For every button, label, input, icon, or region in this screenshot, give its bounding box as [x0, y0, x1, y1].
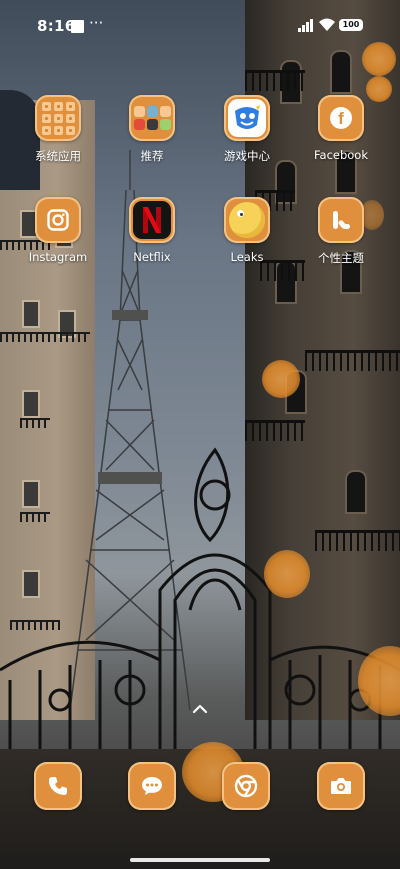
more-notifications-icon: ···	[89, 14, 104, 32]
themes-icon	[318, 197, 364, 243]
status-time: 8:16	[37, 17, 76, 35]
app-label: 系统应用	[35, 149, 81, 163]
dock-chrome[interactable]	[222, 762, 270, 810]
leaks-icon	[224, 197, 270, 243]
app-label: 推荐	[140, 149, 164, 163]
app-leaks[interactable]: Leaks	[200, 197, 294, 264]
folder-icon	[35, 95, 81, 141]
game-center-icon	[224, 95, 270, 141]
app-facebook[interactable]: f Facebook	[294, 95, 388, 162]
phone-icon	[48, 777, 67, 795]
app-label: Netflix	[133, 250, 171, 264]
ornamental-gate	[0, 447, 400, 770]
bokeh-light	[262, 360, 300, 398]
cellular-signal-icon	[298, 19, 313, 32]
app-label: Facebook	[313, 148, 369, 162]
app-label: Instagram	[28, 250, 88, 264]
app-netflix[interactable]: Netflix	[105, 197, 199, 264]
bokeh-light	[264, 550, 310, 598]
instagram-icon	[35, 197, 81, 243]
app-game-center[interactable]: 游戏中心	[200, 95, 294, 164]
app-label: Leaks	[230, 250, 264, 264]
app-system-apps-folder[interactable]: 系统应用	[11, 95, 105, 164]
app-label: 个性主题	[318, 251, 364, 265]
chrome-icon	[234, 774, 258, 798]
app-themes[interactable]: 个性主题	[294, 197, 388, 266]
status-bar: 8:16 ··· 100	[0, 0, 400, 56]
notification-square-icon	[71, 20, 84, 33]
dock-camera[interactable]	[317, 762, 365, 810]
home-gesture-bar[interactable]	[130, 858, 270, 862]
battery-icon: 100	[339, 19, 363, 31]
app-instagram[interactable]: Instagram	[11, 197, 105, 264]
dock-phone[interactable]	[34, 762, 82, 810]
messages-icon	[142, 777, 162, 795]
folder-icon	[129, 95, 175, 141]
netflix-icon	[129, 197, 175, 243]
app-recommended-folder[interactable]: 推荐	[105, 95, 199, 164]
app-label: 游戏中心	[224, 149, 270, 163]
camera-icon	[331, 778, 351, 794]
facebook-icon: f	[318, 95, 364, 141]
dock-messages[interactable]	[128, 762, 176, 810]
app-drawer-chevron-up-icon[interactable]	[191, 700, 209, 718]
wifi-icon	[319, 18, 335, 31]
